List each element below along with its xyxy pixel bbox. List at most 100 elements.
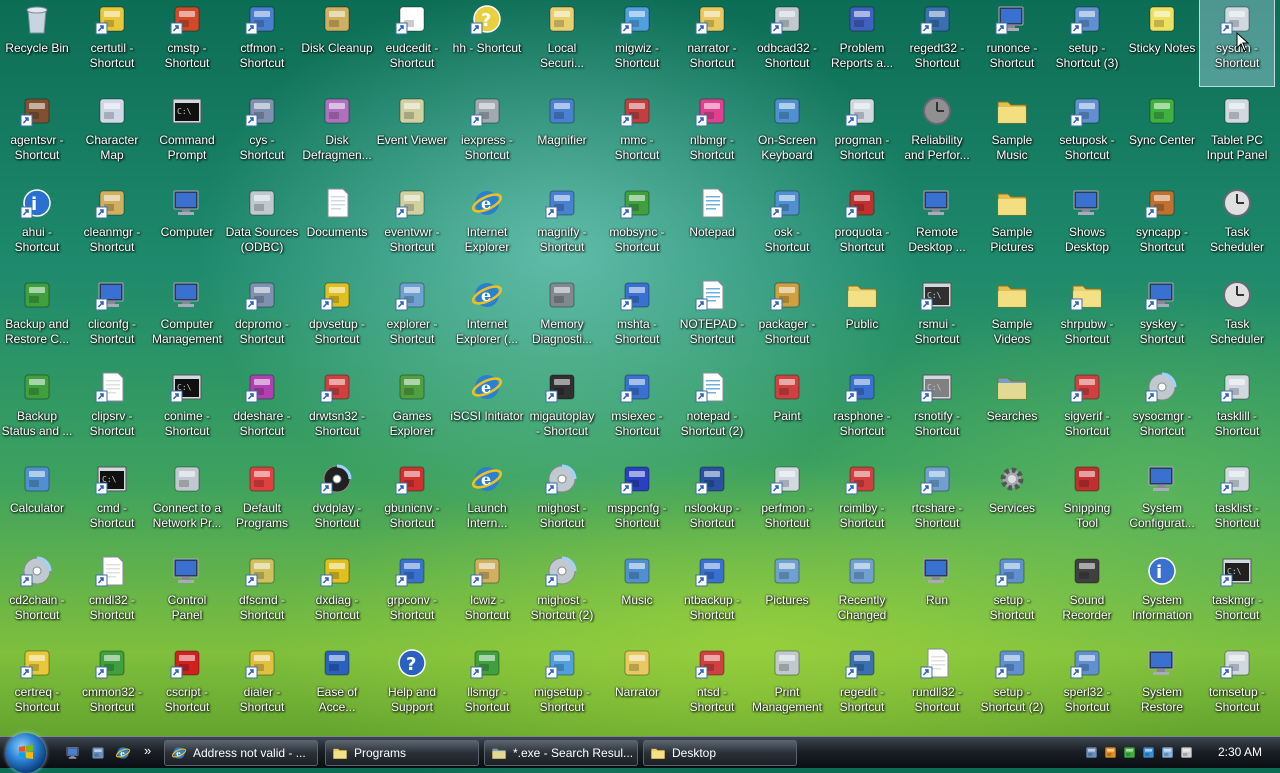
desktop-icon[interactable]: rasphone - Shortcut <box>825 368 899 454</box>
desktop-icon[interactable]: Sample Pictures <box>975 184 1049 270</box>
desktop-icon[interactable]: drwtsn32 - Shortcut <box>300 368 374 454</box>
desktop-icon[interactable]: Problem Reports a... <box>825 0 899 86</box>
desktop-icon[interactable]: eudcedit - Shortcut <box>375 0 449 86</box>
desktop-icon[interactable]: ctfmon - Shortcut <box>225 0 299 86</box>
desktop-icon[interactable]: System Restore <box>1125 644 1199 730</box>
desktop-icon[interactable]: setuposk - Shortcut <box>1050 92 1124 178</box>
desktop-icon[interactable]: Character Map <box>75 92 149 178</box>
desktop-icon[interactable]: Ease of Acce... <box>300 644 374 730</box>
desktop-icon[interactable]: Reliability and Perfor... <box>900 92 974 178</box>
desktop-icon[interactable]: Memory Diagnosti... <box>525 276 599 362</box>
desktop-icon[interactable]: On-Screen Keyboard <box>750 92 824 178</box>
desktop-icon[interactable]: Sample Music <box>975 92 1049 178</box>
desktop-icon[interactable]: NOTEPAD - Shortcut <box>675 276 749 362</box>
desktop-icon[interactable]: Services <box>975 460 1049 546</box>
desktop-icon[interactable]: Task Scheduler <box>1200 184 1274 270</box>
desktop-icon[interactable]: Task Scheduler <box>1200 276 1274 362</box>
desktop-icon[interactable]: tasklill - Shortcut <box>1200 368 1274 454</box>
desktop-icon[interactable]: e Internet Explorer <box>450 184 524 270</box>
desktop-icon[interactable]: setup - Shortcut <box>975 552 1049 638</box>
desktop-icon[interactable]: ntsd - Shortcut <box>675 644 749 730</box>
desktop-icon[interactable]: C:\ conime - Shortcut <box>150 368 224 454</box>
desktop-icon[interactable]: progman - Shortcut <box>825 92 899 178</box>
desktop-icon[interactable]: syskey - Shortcut <box>1125 276 1199 362</box>
desktop-icon[interactable]: Notepad <box>675 184 749 270</box>
desktop-icon[interactable]: cmstp - Shortcut <box>150 0 224 86</box>
desktop-icon[interactable]: agentsvr - Shortcut <box>0 92 74 178</box>
desktop-icon[interactable]: dialer - Shortcut <box>225 644 299 730</box>
desktop-icon[interactable]: certreq - Shortcut <box>0 644 74 730</box>
desktop-icon[interactable]: Documents <box>300 184 374 270</box>
desktop-icon[interactable]: clipsrv - Shortcut <box>75 368 149 454</box>
taskbar-button[interactable]: Desktop <box>643 740 797 766</box>
desktop-icon[interactable]: Disk Cleanup <box>300 0 374 86</box>
desktop-icon[interactable]: Public <box>825 276 899 362</box>
desktop-icon[interactable]: shrpubw - Shortcut <box>1050 276 1124 362</box>
desktop-icon[interactable]: rtcshare - Shortcut <box>900 460 974 546</box>
desktop-icon[interactable]: mobsync - Shortcut <box>600 184 674 270</box>
desktop-icon[interactable]: setup - Shortcut (2) <box>975 644 1049 730</box>
desktop-icon[interactable]: ddeshare - Shortcut <box>225 368 299 454</box>
desktop-icon[interactable]: Print Management <box>750 644 824 730</box>
windows-flag-tray-icon[interactable] <box>1141 745 1156 760</box>
desktop-icon[interactable]: sigverif - Shortcut <box>1050 368 1124 454</box>
desktop-icon[interactable]: Sync Center <box>1125 92 1199 178</box>
desktop-icon[interactable]: Data Sources (ODBC) <box>225 184 299 270</box>
desktop-icon[interactable]: Sticky Notes <box>1125 0 1199 86</box>
desktop-icon[interactable]: proquota - Shortcut <box>825 184 899 270</box>
desktop-icon[interactable]: Control Panel <box>150 552 224 638</box>
desktop-icon[interactable]: Backup and Restore C... <box>0 276 74 362</box>
monitor-tray-icon[interactable] <box>1160 745 1175 760</box>
desktop-icon[interactable]: runonce - Shortcut <box>975 0 1049 86</box>
start-button[interactable] <box>6 733 46 773</box>
desktop-icon[interactable]: Computer Management <box>150 276 224 362</box>
taskbar-button[interactable]: Programs <box>325 740 479 766</box>
desktop-icon[interactable]: gbunicnv - Shortcut <box>375 460 449 546</box>
taskbar-button[interactable]: e Address not valid - ... <box>164 740 318 766</box>
desktop-icon[interactable]: Recycle Bin <box>0 0 74 86</box>
desktop-icon[interactable]: packager - Shortcut <box>750 276 824 362</box>
desktop-icon[interactable]: e iSCSI Initiator <box>450 368 524 454</box>
desktop-icon[interactable]: System Configurat... <box>1125 460 1199 546</box>
desktop-icon[interactable]: dfscmd - Shortcut <box>225 552 299 638</box>
desktop-icon[interactable]: mighost - Shortcut (2) <box>525 552 599 638</box>
desktop-icon[interactable]: eventvwr - Shortcut <box>375 184 449 270</box>
desktop-icon[interactable]: Music <box>600 552 674 638</box>
desktop-icon[interactable]: Event Viewer <box>375 92 449 178</box>
desktop-icon[interactable]: Run <box>900 552 974 638</box>
desktop-icon[interactable]: nlbmgr - Shortcut <box>675 92 749 178</box>
desktop-icon[interactable]: Narrator <box>600 644 674 730</box>
desktop-icon[interactable]: cleanmgr - Shortcut <box>75 184 149 270</box>
desktop-icon[interactable]: msppcnfg - Shortcut <box>600 460 674 546</box>
desktop-icon[interactable]: Sample Videos <box>975 276 1049 362</box>
desktop-icon[interactable]: e Internet Explorer (... <box>450 276 524 362</box>
desktop-icon[interactable]: migautoplay - Shortcut <box>525 368 599 454</box>
desktop-icon[interactable]: certutil - Shortcut <box>75 0 149 86</box>
desktop-icon[interactable]: tcmsetup - Shortcut <box>1200 644 1274 730</box>
desktop-icon[interactable]: msiexec - Shortcut <box>600 368 674 454</box>
desktop-icon[interactable]: i ahui - Shortcut <box>0 184 74 270</box>
desktop-icon[interactable]: C:\ Command Prompt <box>150 92 224 178</box>
desktop-icon[interactable]: ? Help and Support <box>375 644 449 730</box>
desktop-icon[interactable]: Computer <box>150 184 224 270</box>
desktop-icon[interactable]: dxdiag - Shortcut <box>300 552 374 638</box>
desktop-icon[interactable]: C:\ rsnotify - Shortcut <box>900 368 974 454</box>
desktop-icon[interactable]: dcpromo - Shortcut <box>225 276 299 362</box>
quick-launch-more-button[interactable]: » <box>144 743 151 758</box>
desktop-icon[interactable]: i System Information <box>1125 552 1199 638</box>
desktop-icon[interactable]: Shows Desktop <box>1050 184 1124 270</box>
desktop-icon[interactable]: C:\ rsmui - Shortcut <box>900 276 974 362</box>
checkmark-icon[interactable] <box>1122 745 1137 760</box>
desktop-icon[interactable]: Paint <box>750 368 824 454</box>
desktop-icon[interactable]: cys - Shortcut <box>225 92 299 178</box>
desktop-icon[interactable]: Pictures <box>750 552 824 638</box>
desktop-icon[interactable]: migsetup - Shortcut <box>525 644 599 730</box>
desktop-icon[interactable]: notepad - Shortcut (2) <box>675 368 749 454</box>
desktop-icon[interactable]: Default Programs <box>225 460 299 546</box>
desktop-icon[interactable]: cmdl32 - Shortcut <box>75 552 149 638</box>
desktop-icon[interactable]: tasklist - Shortcut <box>1200 460 1274 546</box>
desktop-icon[interactable]: osk - Shortcut <box>750 184 824 270</box>
desktop-icon[interactable]: rundll32 - Shortcut <box>900 644 974 730</box>
network-tray-icon[interactable] <box>1084 745 1099 760</box>
desktop-icon[interactable]: dpvsetup - Shortcut <box>300 276 374 362</box>
